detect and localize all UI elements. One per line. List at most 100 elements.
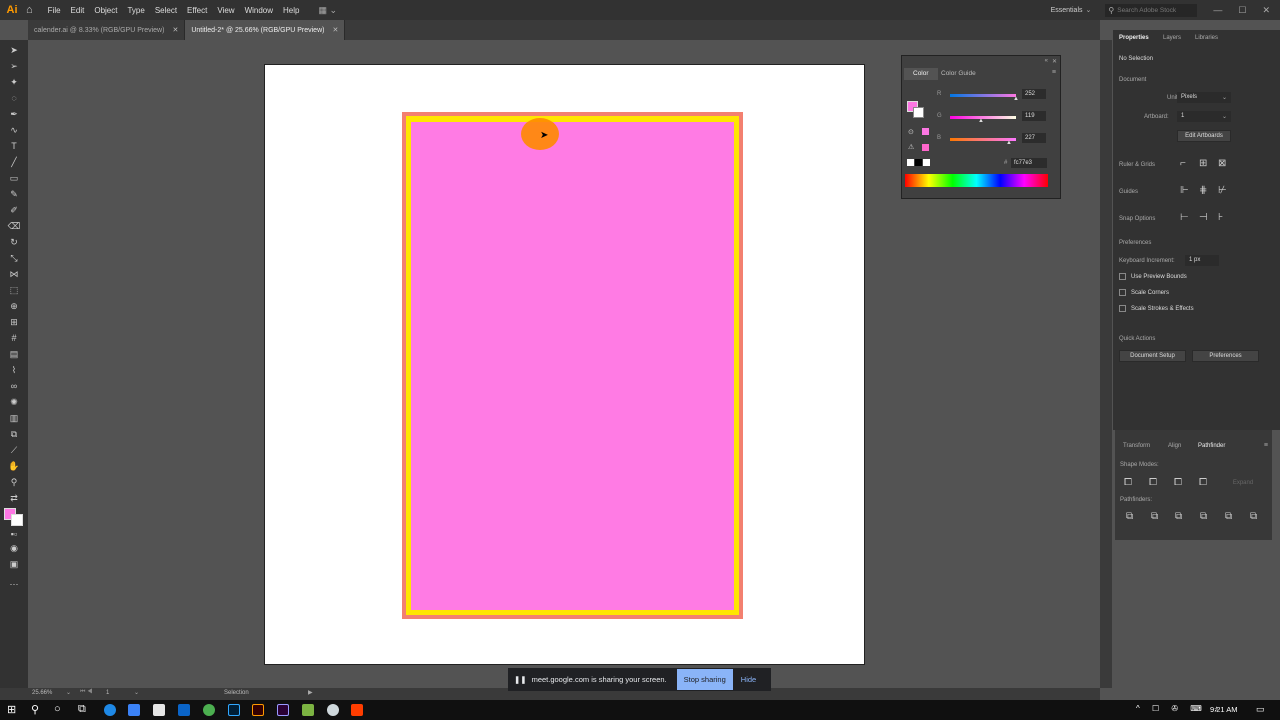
guides-show-icon[interactable]: ⊩ <box>1180 185 1189 196</box>
tab-color-guide[interactable]: Color Guide <box>941 70 976 77</box>
tab-color[interactable]: Color <box>913 70 929 77</box>
files-icon[interactable] <box>302 704 314 716</box>
color-mode-icons[interactable]: ▪▫ <box>7 528 21 540</box>
ruler-icon[interactable]: ⌐ <box>1180 158 1186 169</box>
premiere-icon[interactable] <box>277 704 289 716</box>
tab-transform[interactable]: Transform <box>1123 443 1150 449</box>
selection-tool-icon[interactable]: ➤ <box>7 44 21 56</box>
tab-untitled-2[interactable]: Untitled-2* @ 25.66% (RGB/GPU Preview) ✕ <box>185 20 346 40</box>
gamut-swatch[interactable] <box>922 128 929 135</box>
stroke-swatch[interactable] <box>11 514 23 526</box>
illustrator-icon[interactable] <box>252 704 264 716</box>
trim-icon[interactable]: ⧉ <box>1151 511 1158 522</box>
stop-sharing-button[interactable]: Stop sharing <box>676 669 733 690</box>
close-icon[interactable]: ✕ <box>172 26 178 34</box>
minimize-button[interactable]: — <box>1213 5 1222 15</box>
panel-menu-icon[interactable]: ≡ <box>1052 69 1056 76</box>
scale-corners-checkbox[interactable] <box>1119 289 1126 296</box>
g-value-field[interactable]: 119 <box>1022 111 1046 121</box>
line-tool-icon[interactable]: ╱ <box>7 156 21 168</box>
minus-back-icon[interactable]: ⧉ <box>1250 511 1257 522</box>
hex-value-field[interactable]: fc77e3 <box>1011 158 1047 168</box>
windows-start-icon[interactable]: ⊞ <box>7 703 16 716</box>
width-tool-icon[interactable]: ⋈ <box>7 268 21 280</box>
zoom-tool-icon[interactable]: ⚲ <box>7 476 21 488</box>
g-slider-handle[interactable]: ▲ <box>978 118 984 124</box>
slice-tool-icon[interactable]: ⟋ <box>7 444 21 456</box>
outline-icon[interactable]: ⧉ <box>1225 511 1232 522</box>
blend-tool-icon[interactable]: ∞ <box>7 380 21 392</box>
rotate-tool-icon[interactable]: ↻ <box>7 236 21 248</box>
guides-lock-icon[interactable]: ⋕ <box>1199 185 1207 196</box>
draw-mode-icon[interactable]: ◉ <box>7 542 21 554</box>
mail-icon[interactable] <box>178 704 190 716</box>
eraser-tool-icon[interactable]: ⌫ <box>7 220 21 232</box>
mesh-tool-icon[interactable]: # <box>7 332 21 344</box>
tab-properties[interactable]: Properties <box>1119 35 1149 41</box>
tab-align[interactable]: Align <box>1168 443 1181 449</box>
close-button[interactable]: ✕ <box>1262 5 1270 16</box>
web-warning-icon[interactable]: ⚠ <box>908 143 914 151</box>
search-icon[interactable]: ⚲ <box>31 703 39 716</box>
magic-wand-tool-icon[interactable]: ✦ <box>7 76 21 88</box>
snap-to-point-icon[interactable]: ⊢ <box>1180 212 1189 223</box>
lasso-tool-icon[interactable]: ◌ <box>7 92 21 104</box>
exclude-icon[interactable]: ⧠ <box>1199 477 1207 488</box>
keyboard-increment-field[interactable]: 1 px <box>1185 255 1219 266</box>
use-preview-bounds-checkbox[interactable] <box>1119 273 1126 280</box>
shape-builder-tool-icon[interactable]: ⊕ <box>7 300 21 312</box>
menu-view[interactable]: View <box>212 6 239 15</box>
edit-artboards-button[interactable]: Edit Artboards <box>1177 130 1231 142</box>
document-setup-button[interactable]: Document Setup <box>1119 350 1186 362</box>
scale-tool-icon[interactable]: ⤡ <box>7 252 21 264</box>
hand-tool-icon[interactable]: ✋ <box>7 460 21 472</box>
app-icon[interactable] <box>327 704 339 716</box>
gamut-warning-icon[interactable]: ⊙ <box>908 128 914 136</box>
store-bag-icon[interactable] <box>153 704 165 716</box>
free-transform-tool-icon[interactable]: ⬚ <box>7 284 21 296</box>
cortana-icon[interactable]: ○ <box>54 703 61 715</box>
none-swatch[interactable] <box>907 159 914 166</box>
artboard-number-field[interactable]: 1 <box>106 690 109 696</box>
gradient-tool-icon[interactable]: ▤ <box>7 348 21 360</box>
artboard-tool-icon[interactable]: ⧉ <box>7 428 21 440</box>
menu-object[interactable]: Object <box>89 6 122 15</box>
workspace-switcher[interactable]: Essentials <box>1051 7 1083 14</box>
pen-tool-icon[interactable]: ✒ <box>7 108 21 120</box>
canvas-scrollbar[interactable] <box>1100 40 1112 688</box>
type-tool-icon[interactable]: T <box>7 140 21 152</box>
acrobat-icon[interactable] <box>351 704 363 716</box>
divide-icon[interactable]: ⧉ <box>1126 511 1133 522</box>
white-swatch[interactable] <box>923 159 930 166</box>
expand-button[interactable]: Expand <box>1225 477 1261 489</box>
direct-selection-tool-icon[interactable]: ➢ <box>7 60 21 72</box>
snap-to-pixel-icon[interactable]: ⊣ <box>1199 212 1208 223</box>
snap-to-glyph-icon[interactable]: ⊦ <box>1218 212 1223 223</box>
hide-button[interactable]: Hide <box>741 675 756 684</box>
tab-libraries[interactable]: Libraries <box>1195 35 1218 41</box>
notifications-icon[interactable]: ▭ <box>1256 704 1265 715</box>
black-swatch[interactable] <box>915 159 922 166</box>
clock[interactable]: 9:21 AM <box>1210 705 1238 714</box>
chrome-icon[interactable] <box>203 704 215 716</box>
store-icon[interactable] <box>128 704 140 716</box>
smart-guides-icon[interactable]: ⊬ <box>1218 185 1227 196</box>
menu-window[interactable]: Window <box>240 6 278 15</box>
stroke-swatch[interactable] <box>913 107 924 118</box>
minus-front-icon[interactable]: ⧠ <box>1149 477 1157 488</box>
color-spectrum-bar[interactable] <box>905 174 1048 187</box>
perspective-grid-tool-icon[interactable]: ⊞ <box>7 316 21 328</box>
tab-pathfinder[interactable]: Pathfinder <box>1198 443 1225 449</box>
search-input[interactable]: Search Adobe Stock <box>1117 7 1176 14</box>
menu-help[interactable]: Help <box>278 6 304 15</box>
menu-type[interactable]: Type <box>122 6 149 15</box>
swap-fill-stroke-icon[interactable]: ⇄ <box>7 492 21 504</box>
rectangle-tool-icon[interactable]: ▭ <box>7 172 21 184</box>
grid-icon[interactable]: ⊞ <box>1199 158 1207 169</box>
r-slider-handle[interactable]: ▲ <box>1013 96 1019 102</box>
home-icon[interactable]: ⌂ <box>26 4 33 16</box>
r-value-field[interactable]: 252 <box>1022 89 1046 99</box>
status-menu-arrow-icon[interactable]: ▶ <box>308 689 313 696</box>
r-slider[interactable] <box>950 94 1016 97</box>
task-view-icon[interactable]: ⧉ <box>78 703 86 716</box>
